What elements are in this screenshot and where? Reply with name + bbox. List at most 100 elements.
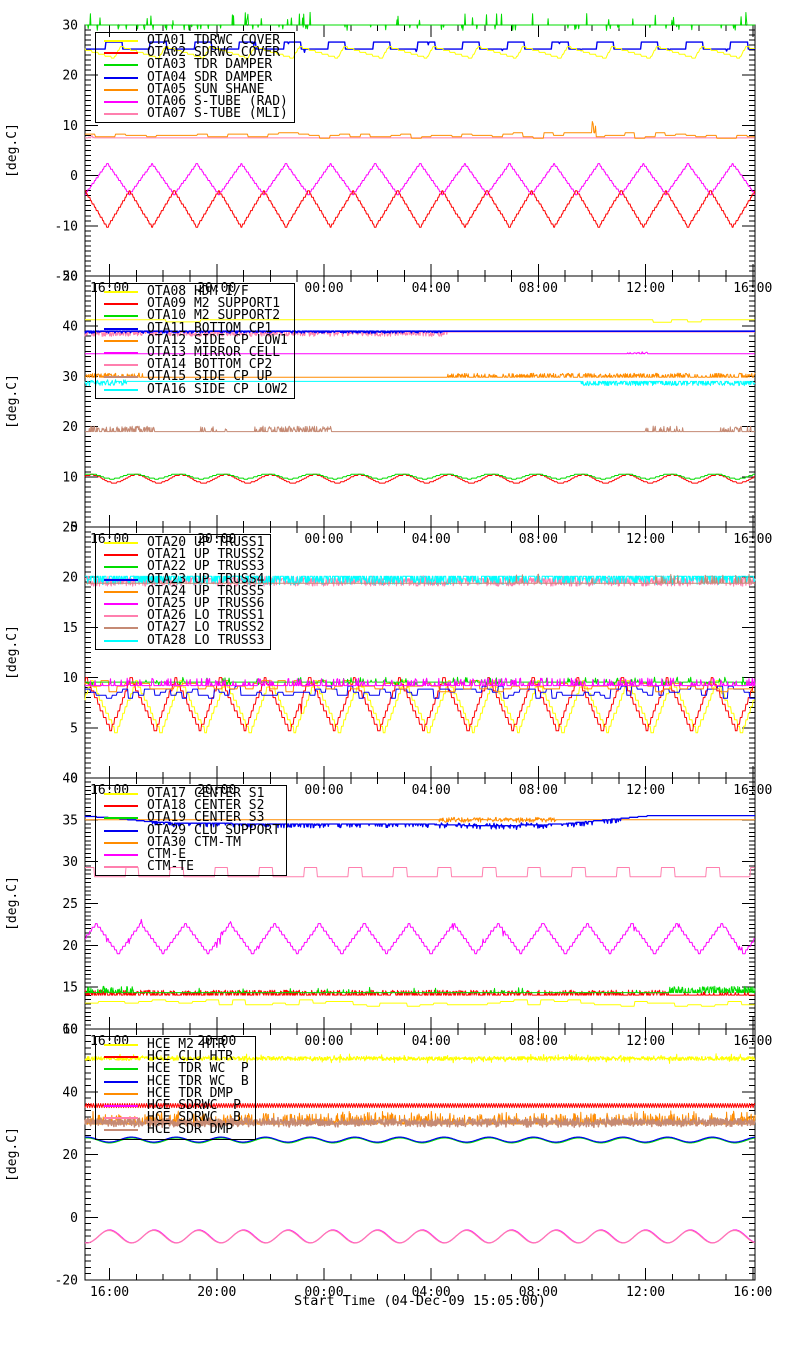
legend-label: OTA07 S-TUBE (MLI) — [147, 106, 288, 122]
axis-tick-label: 25 — [62, 897, 78, 912]
series-ota02-sdrwc-cover — [85, 190, 756, 228]
axis-tick-label: 00:00 — [304, 783, 343, 798]
legend-swatch-blue — [104, 578, 138, 581]
legend-swatch-red — [104, 52, 138, 55]
y-axis-label: [deg.C] — [5, 374, 20, 429]
axis-tick-label: 12:00 — [626, 1034, 665, 1049]
legend-entry: CTM-TE — [96, 859, 280, 875]
axis-tick-label: 40 — [62, 320, 78, 335]
legend-swatch-blue — [104, 829, 138, 832]
legend-panel-4: OTA17 CENTER S1 OTA18 CENTER S2 OTA19 CENT… — [95, 785, 288, 877]
legend-swatch-green — [104, 64, 138, 67]
axis-tick-label: 0 — [70, 169, 78, 184]
axis-tick-label: 08:00 — [519, 1034, 558, 1049]
legend-swatch-red — [104, 1056, 138, 1059]
legend-swatch-magenta — [104, 101, 138, 104]
legend-swatch-orange — [104, 88, 138, 91]
series-ota20-up-truss1 — [84, 680, 755, 734]
axis-tick-label: 16:00 — [733, 1034, 772, 1049]
axis-tick-label: 30 — [62, 370, 78, 385]
axis-tick-label: 16:00 — [733, 783, 772, 798]
legend-entry: OTA07 S-TUBE (MLI) — [96, 106, 288, 122]
axis-tick-label: 20 — [62, 571, 78, 586]
y-axis-label: [deg.C] — [5, 1127, 20, 1182]
series-hce-sdrwc-b — [84, 1229, 755, 1244]
legend-swatch-orange — [104, 339, 138, 342]
legend-swatch-red — [104, 805, 138, 808]
axis-tick-label: 60 — [62, 1023, 78, 1038]
legend-swatch-blue — [104, 327, 138, 330]
series-ota10-m2-support2 — [85, 473, 755, 480]
axis-tick-label: 04:00 — [412, 281, 451, 296]
series-hce-sdrwc-p — [84, 1229, 755, 1244]
axis-tick-label: 30 — [62, 855, 78, 870]
axis-tick-label: 20 — [62, 420, 78, 435]
series-ctm-e — [85, 918, 755, 955]
axis-tick-label: 12:00 — [626, 783, 665, 798]
legend-label: OTA16 SIDE CP LOW2 — [147, 381, 288, 397]
legend-panel-3: OTA20 UP TRUSS1 OTA21 UP TRUSS2 OTA22 UP T… — [95, 534, 272, 650]
axis-tick-label: 12:00 — [626, 281, 665, 296]
axis-tick-label: 08:00 — [519, 783, 558, 798]
axis-tick-label: 04:00 — [412, 1034, 451, 1049]
axis-tick-label: -10 — [55, 219, 78, 234]
axis-tick-label: 12:00 — [626, 532, 665, 547]
axis-tick-label: 00:00 — [304, 532, 343, 547]
axis-tick-label: 30 — [62, 19, 78, 34]
legend-swatch-yellow — [104, 40, 138, 43]
legend-label: OTA28 LO TRUSS3 — [147, 632, 265, 648]
legend-swatch-green — [104, 566, 138, 569]
legend-swatch-brown — [104, 1129, 138, 1132]
series-ota15-side-cp-up — [85, 425, 755, 433]
legend-swatch-brown — [104, 376, 138, 379]
axis-tick-label: -20 — [55, 1274, 78, 1289]
legend-swatch-green — [104, 817, 138, 820]
x-axis-title: Start Time (04-Dec-09 15:05:00) — [294, 1293, 546, 1309]
legend-swatch-pink — [104, 113, 138, 116]
legend-swatch-pink — [104, 1117, 138, 1120]
axis-tick-label: 08:00 — [519, 281, 558, 296]
axis-tick-label: 15 — [62, 981, 78, 996]
y-axis-label: [deg.C] — [5, 123, 20, 178]
series-ota09-m2-support1 — [84, 473, 755, 484]
legend-label: HCE SDR DMP — [147, 1122, 234, 1138]
legend-panel-5: HCE M2 HTR HCE CLU HTR HCE TDR WC P HCE TDR… — [95, 1036, 256, 1140]
legend-label: CTM-TE — [147, 859, 194, 875]
legend-swatch-magenta — [104, 603, 138, 606]
legend-panel-1: OTA01 TDRWC COVER OTA02 SDRWC COVER OTA03 … — [95, 32, 295, 124]
legend-swatch-pink — [104, 615, 138, 618]
legend-swatch-brown — [104, 627, 138, 630]
axis-tick-label: 16:00 — [733, 281, 772, 296]
legend-swatch-green — [104, 315, 138, 318]
series-ota22-up-truss3 — [85, 676, 755, 687]
legend-swatch-orange — [104, 1092, 138, 1095]
legend-entry: HCE SDR DMP — [96, 1122, 249, 1138]
axis-tick-label: 00:00 — [304, 1034, 343, 1049]
axis-tick-label: 5 — [70, 721, 78, 736]
axis-tick-label: 10 — [62, 671, 78, 686]
axis-tick-label: 50 — [62, 270, 78, 285]
axis-tick-label: 16:00 — [733, 532, 772, 547]
series-ota06-s-tube-rad- — [85, 163, 756, 196]
chart-canvas: -20-10010203016:00 20:00 00:00 04:00 08:00 12… — [5, 11, 772, 1300]
legend-swatch-blue — [104, 1080, 138, 1083]
axis-tick-label: 00:00 — [304, 281, 343, 296]
axis-tick-label: 04:00 — [412, 783, 451, 798]
legend-entry: OTA28 LO TRUSS3 — [96, 632, 265, 648]
legend-swatch-magenta — [104, 854, 138, 857]
legend-swatch-red — [104, 554, 138, 557]
legend-swatch-blue — [104, 76, 138, 79]
telemetry-figure: -20 -10 0 10 20 30 16:00 20:00 00:00 04:00 08:00 12… — [0, 0, 800, 1350]
legend-swatch-orange — [104, 590, 138, 593]
legend-swatch-yellow — [104, 542, 138, 545]
legend-swatch-cyan — [104, 639, 138, 642]
legend-swatch-magenta — [104, 1105, 138, 1108]
axis-tick-label: 40 — [62, 772, 78, 787]
axis-tick-label: 40 — [62, 1085, 78, 1100]
legend-swatch-pink — [104, 364, 138, 367]
legend-swatch-yellow — [104, 1044, 138, 1047]
axis-tick-label: 15 — [62, 621, 78, 636]
legend-swatch-cyan — [104, 388, 138, 391]
axis-tick-label: 0 — [70, 1211, 78, 1226]
legend-swatch-yellow — [104, 793, 138, 796]
